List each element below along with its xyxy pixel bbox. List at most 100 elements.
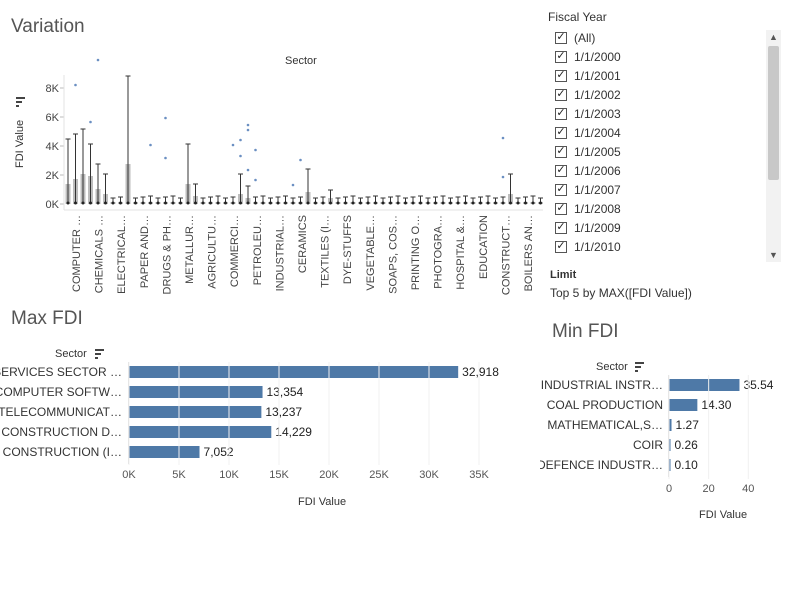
variation-sector-label: TEXTILES (I… bbox=[320, 215, 332, 288]
variation-point bbox=[149, 201, 152, 205]
filter-item[interactable]: ✓ 1/1/2006 bbox=[555, 161, 621, 180]
filter-scrollbar[interactable]: ▲ ▼ bbox=[766, 30, 781, 262]
checkbox[interactable]: ✓ bbox=[555, 107, 567, 120]
scrollbar-thumb[interactable] bbox=[768, 46, 779, 180]
variation-point bbox=[404, 201, 407, 205]
variation-sector-label: INDUSTRIAL… bbox=[274, 215, 286, 291]
checkbox[interactable]: ✓ bbox=[555, 202, 567, 215]
filter-item-label: 1/1/2008 bbox=[574, 201, 621, 216]
variation-point bbox=[224, 201, 227, 205]
filter-item[interactable]: ✓ 1/1/2003 bbox=[555, 104, 621, 123]
variation-point bbox=[321, 201, 325, 205]
variation-sector-label: AGRICULTU… bbox=[207, 215, 219, 289]
bar-category-label: SERVICES SECTOR … bbox=[0, 365, 122, 379]
filter-item-label: 1/1/2005 bbox=[574, 144, 621, 159]
variation-point bbox=[441, 201, 445, 205]
variation-point bbox=[516, 201, 520, 205]
variation-sector-label: PAPER AND… bbox=[139, 215, 151, 288]
variation-y-ticks: 8K 6K 4K 2K 0K bbox=[46, 83, 64, 211]
variation-point bbox=[456, 201, 460, 205]
variation-point bbox=[141, 201, 145, 205]
variation-point bbox=[471, 201, 475, 205]
variation-outlier bbox=[231, 143, 235, 147]
checkbox[interactable]: ✓ bbox=[555, 126, 567, 139]
variation-sector-label: EDUCATION bbox=[478, 215, 490, 279]
filter-item[interactable]: ✓ 1/1/2001 bbox=[555, 66, 621, 85]
checkbox[interactable]: ✓ bbox=[555, 69, 567, 82]
filter-item[interactable]: ✓ 1/1/2008 bbox=[555, 199, 621, 218]
bar-value-label: 1.27 bbox=[676, 418, 700, 432]
filter-item[interactable]: ✓ 1/1/2000 bbox=[555, 47, 621, 66]
variation-point bbox=[524, 201, 527, 205]
bar-value-label: 14,229 bbox=[275, 425, 312, 439]
checkbox[interactable]: ✓ bbox=[555, 183, 567, 196]
variation-point bbox=[254, 201, 257, 205]
filter-item-label: 1/1/2000 bbox=[574, 49, 621, 64]
bar-x-tick: 15K bbox=[269, 469, 289, 481]
variation-sector-label: ELECTRICAL… bbox=[116, 215, 128, 294]
variation-point bbox=[479, 201, 482, 205]
variation-y-tick: 2K bbox=[46, 170, 60, 182]
scroll-down-icon[interactable]: ▼ bbox=[766, 248, 781, 262]
bar bbox=[129, 446, 200, 458]
filter-item[interactable]: ✓ 1/1/2002 bbox=[555, 85, 621, 104]
bar-value-label: 0.10 bbox=[675, 458, 699, 472]
variation-point bbox=[239, 201, 242, 205]
variation-point bbox=[111, 201, 115, 205]
variation-point bbox=[186, 201, 190, 205]
min-fdi-sort-icon[interactable] bbox=[634, 360, 646, 372]
checkbox[interactable]: ✓ bbox=[555, 145, 567, 158]
variation-sector-label: PHOTOGRA… bbox=[433, 215, 445, 289]
bar-category-label: COIR bbox=[633, 438, 663, 452]
bar-category-label: MATHEMATICAL,S… bbox=[547, 418, 663, 432]
variation-point bbox=[66, 201, 70, 205]
filter-item-label: 1/1/2001 bbox=[574, 68, 621, 83]
filter-item[interactable]: ✓ 1/1/2009 bbox=[555, 218, 621, 237]
checkbox[interactable]: ✓ bbox=[555, 88, 567, 101]
checkbox[interactable]: ✓ bbox=[555, 50, 567, 63]
variation-point bbox=[156, 201, 160, 205]
max-fdi-chart: SERVICES SECTOR … 32,918 COMPUTER SOFTW… 13… bbox=[0, 362, 499, 481]
variation-sector-label: SOAPS, COS… bbox=[387, 215, 399, 294]
filter-item-label: (All) bbox=[574, 30, 596, 45]
filter-item-label: 1/1/2007 bbox=[574, 182, 621, 197]
variation-sector-label: CERAMICS bbox=[297, 215, 309, 273]
filter-item-label: 1/1/2004 bbox=[574, 125, 621, 140]
filter-item[interactable]: ✓ 1/1/2007 bbox=[555, 180, 621, 199]
variation-point bbox=[104, 201, 107, 205]
checkbox[interactable]: ✓ bbox=[555, 164, 567, 177]
variation-outlier bbox=[239, 138, 242, 142]
max-fdi-sort-icon[interactable] bbox=[94, 347, 106, 359]
bar bbox=[669, 379, 740, 391]
filter-item[interactable]: ✓ 1/1/2010 bbox=[555, 237, 621, 256]
variation-point bbox=[396, 201, 400, 205]
max-fdi-row-header: Sector bbox=[55, 348, 87, 360]
filter-item[interactable]: ✓ 1/1/2004 bbox=[555, 123, 621, 142]
checkbox[interactable]: ✓ bbox=[555, 31, 567, 44]
variation-point bbox=[89, 201, 92, 205]
checkbox[interactable]: ✓ bbox=[555, 221, 567, 234]
filter-item[interactable]: ✓ 1/1/2005 bbox=[555, 142, 621, 161]
bar-x-tick: 20K bbox=[319, 469, 339, 481]
variation-outlier bbox=[246, 168, 250, 172]
bar-x-tick: 0 bbox=[666, 483, 672, 495]
variation-point bbox=[126, 201, 130, 205]
variation-point bbox=[194, 201, 197, 205]
variation-outlier bbox=[164, 116, 167, 120]
bar-value-label: 13,354 bbox=[267, 385, 304, 399]
variation-outlier bbox=[299, 158, 302, 162]
bar bbox=[129, 406, 262, 418]
variation-point bbox=[96, 201, 100, 205]
bar-x-tick: 20 bbox=[703, 483, 715, 495]
variation-point bbox=[134, 201, 137, 205]
scroll-up-icon[interactable]: ▲ bbox=[766, 30, 781, 44]
min-fdi-chart: INDUSTRIAL INSTR… 35.54COAL PRODUCTION 14.… bbox=[540, 375, 774, 495]
variation-sector-label: PRINTING O… bbox=[410, 215, 422, 290]
variation-point bbox=[306, 201, 310, 205]
variation-point bbox=[231, 201, 235, 205]
filter-item[interactable]: ✓ (All) bbox=[555, 28, 595, 47]
checkbox[interactable]: ✓ bbox=[555, 240, 567, 253]
filter-item-label: 1/1/2010 bbox=[574, 239, 621, 254]
bar-value-label: 32,918 bbox=[462, 365, 499, 379]
limit-title: Limit bbox=[550, 269, 577, 281]
